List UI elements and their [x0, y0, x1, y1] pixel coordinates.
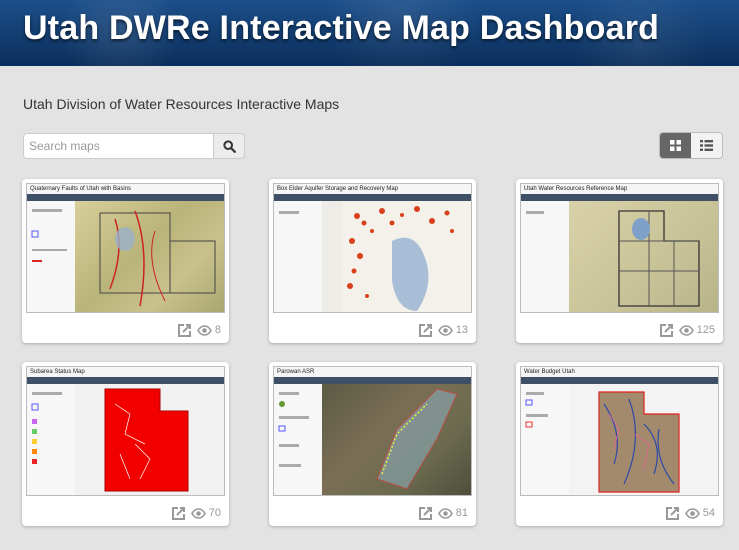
header-banner: Utah DWRe Interactive Map Dashboard: [0, 0, 739, 66]
thumbnail-map: [75, 201, 224, 312]
map-thumbnail[interactable]: Quaternary Faults of Utah with Basins: [26, 183, 225, 313]
open-external-icon[interactable]: [665, 506, 679, 520]
view-count-value: 13: [455, 324, 468, 336]
map-card[interactable]: Water Budget Utah 54: [516, 362, 723, 526]
list-view-icon: [700, 140, 713, 151]
view-count: 70: [190, 507, 221, 519]
view-count-value: 8: [214, 324, 221, 336]
open-external-icon[interactable]: [171, 506, 185, 520]
eye-icon: [196, 324, 212, 336]
eye-icon: [190, 507, 206, 519]
list-view-button[interactable]: [691, 133, 722, 158]
thumbnail-map: [569, 384, 718, 495]
card-stats: 70: [171, 505, 221, 521]
view-toggle: [659, 132, 723, 159]
search-bar: [23, 133, 245, 159]
open-external-icon[interactable]: [418, 506, 432, 520]
map-thumbnail[interactable]: Water Budget Utah: [520, 366, 719, 496]
thumbnail-toolbar: [274, 194, 471, 201]
page-title: Utah DWRe Interactive Map Dashboard: [23, 9, 660, 47]
map-card[interactable]: Utah Water Resources Reference Map 125: [516, 179, 723, 343]
search-icon: [222, 139, 236, 153]
thumbnail-toolbar: [27, 377, 224, 384]
map-card[interactable]: Subarea Status Map 70: [22, 362, 229, 526]
eye-icon: [678, 324, 694, 336]
view-count: 8: [196, 324, 221, 336]
thumbnail-toolbar: [521, 377, 718, 384]
card-stats: 54: [665, 505, 715, 521]
thumbnail-legend: [27, 201, 76, 312]
thumbnail-legend: [27, 384, 76, 495]
grid-view-button[interactable]: [660, 133, 691, 158]
thumbnail-toolbar: [274, 377, 471, 384]
thumbnail-map: [569, 201, 718, 312]
card-stats: 125: [659, 322, 715, 338]
view-count: 81: [437, 507, 468, 519]
map-thumbnail[interactable]: Parowan ASR: [273, 366, 472, 496]
thumbnail-legend: [274, 201, 323, 312]
thumbnail-legend: [274, 384, 323, 495]
eye-icon: [437, 507, 453, 519]
card-stats: 81: [418, 505, 468, 521]
thumbnail-legend: [521, 201, 570, 312]
view-count-value: 54: [702, 507, 715, 519]
eye-icon: [684, 507, 700, 519]
thumbnail-map: [75, 384, 224, 495]
grid-view-icon: [670, 140, 681, 151]
card-stats: 8: [177, 322, 221, 338]
search-button[interactable]: [213, 133, 245, 159]
view-count: 54: [684, 507, 715, 519]
view-count: 13: [437, 324, 468, 336]
open-external-icon[interactable]: [418, 323, 432, 337]
eye-icon: [437, 324, 453, 336]
view-count-value: 81: [455, 507, 468, 519]
map-card[interactable]: Parowan ASR 81: [269, 362, 476, 526]
map-thumbnail[interactable]: Utah Water Resources Reference Map: [520, 183, 719, 313]
thumbnail-map: [322, 384, 471, 495]
view-count-value: 70: [208, 507, 221, 519]
open-external-icon[interactable]: [659, 323, 673, 337]
map-card[interactable]: Box Elder Aquifer Storage and Recovery M…: [269, 179, 476, 343]
map-thumbnail[interactable]: Subarea Status Map: [26, 366, 225, 496]
map-thumbnail[interactable]: Box Elder Aquifer Storage and Recovery M…: [273, 183, 472, 313]
view-count-value: 125: [696, 324, 715, 336]
open-external-icon[interactable]: [177, 323, 191, 337]
thumbnail-map: [322, 201, 471, 312]
thumbnail-legend: [521, 384, 570, 495]
card-stats: 13: [418, 322, 468, 338]
map-card[interactable]: Quaternary Faults of Utah with Basins 8: [22, 179, 229, 343]
page-subtitle: Utah Division of Water Resources Interac…: [23, 96, 340, 112]
view-count: 125: [678, 324, 715, 336]
thumbnail-toolbar: [27, 194, 224, 201]
search-input[interactable]: [23, 133, 213, 159]
thumbnail-toolbar: [521, 194, 718, 201]
